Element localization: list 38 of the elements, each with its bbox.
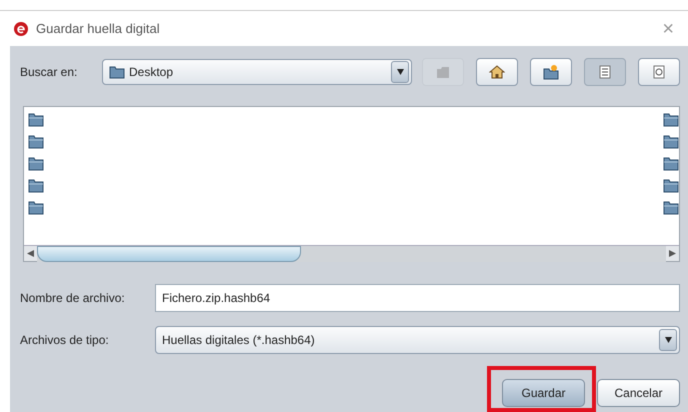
list-view-icon bbox=[597, 64, 613, 80]
file-name-field[interactable]: Fichero.zip.hashb64 bbox=[155, 284, 680, 312]
folder-icon[interactable] bbox=[28, 133, 44, 149]
window-title: Guardar huella digital bbox=[36, 20, 160, 38]
new-folder-icon bbox=[543, 64, 559, 80]
folder-icon[interactable] bbox=[663, 177, 679, 193]
folder-icon[interactable] bbox=[663, 111, 679, 127]
folder-icon[interactable] bbox=[663, 133, 679, 149]
list-view-button[interactable] bbox=[584, 58, 626, 86]
folder-icon[interactable] bbox=[28, 199, 44, 215]
new-folder-button[interactable] bbox=[530, 58, 572, 86]
look-in-label: Buscar en: bbox=[20, 64, 78, 81]
details-view-button[interactable] bbox=[638, 58, 680, 86]
caret-icon bbox=[664, 337, 672, 343]
file-type-label: Archivos de tipo: bbox=[20, 332, 110, 349]
up-folder-icon bbox=[435, 64, 451, 80]
scroll-right-icon[interactable] bbox=[669, 250, 676, 257]
folder-icon[interactable] bbox=[663, 199, 679, 215]
folder-icon[interactable] bbox=[28, 155, 44, 171]
look-in-dropdown[interactable]: Desktop bbox=[102, 59, 412, 85]
dropdown-button[interactable] bbox=[659, 329, 677, 351]
file-name-label: Nombre de archivo: bbox=[20, 290, 126, 307]
details-view-icon bbox=[651, 64, 667, 80]
home-icon bbox=[489, 64, 505, 80]
app-logo-icon bbox=[14, 22, 28, 36]
folder-icon[interactable] bbox=[663, 155, 679, 171]
save-button[interactable]: Guardar bbox=[502, 379, 585, 407]
folder-icon bbox=[109, 65, 125, 79]
folder-icon[interactable] bbox=[28, 111, 44, 127]
home-button[interactable] bbox=[476, 58, 518, 86]
dropdown-button[interactable] bbox=[391, 61, 409, 83]
horizontal-scrollbar[interactable] bbox=[24, 245, 679, 261]
cancel-button[interactable]: Cancelar bbox=[597, 379, 680, 407]
caret-icon bbox=[396, 69, 404, 75]
folder-icon[interactable] bbox=[28, 177, 44, 193]
file-type-dropdown[interactable]: Huellas digitales (*.hashb64) bbox=[155, 326, 680, 354]
scrollbar-thumb[interactable] bbox=[37, 246, 302, 262]
scroll-left-icon[interactable] bbox=[27, 250, 34, 257]
